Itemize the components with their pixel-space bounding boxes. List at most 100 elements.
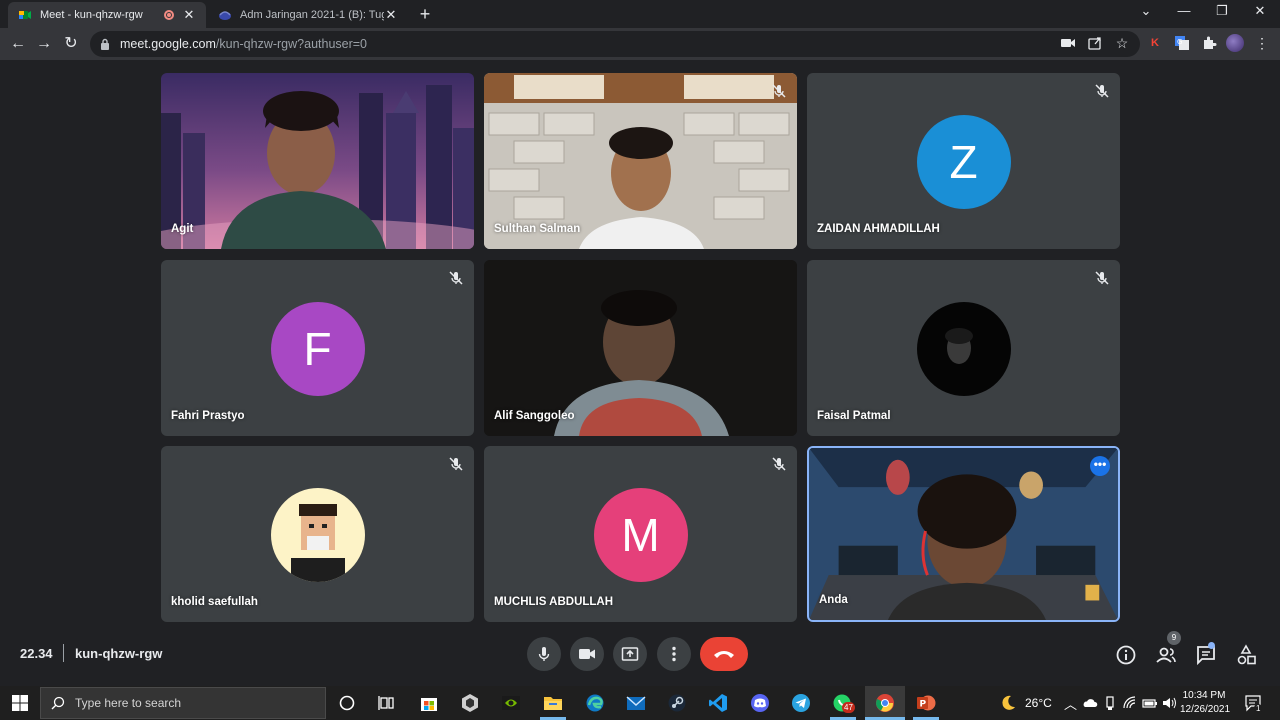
- cortana-icon[interactable]: [337, 693, 357, 713]
- extensions-puzzle-icon[interactable]: [1201, 35, 1217, 51]
- avatar-initial: Z: [949, 136, 978, 188]
- tab-adm-jaringan[interactable]: Adm Jaringan 2021-1 (B): Tugas ✕: [208, 2, 408, 28]
- close-tab-icon[interactable]: ✕: [182, 7, 196, 23]
- participant-tile-muchlis-abdullah[interactable]: M MUCHLIS ABDULLAH: [484, 446, 797, 622]
- volume-icon[interactable]: [1161, 693, 1177, 713]
- meeting-time: 22.34: [20, 646, 53, 661]
- tab-meet[interactable]: Meet - kun-qhzw-rgw ✕: [8, 2, 206, 28]
- nvidia-icon[interactable]: [501, 693, 521, 713]
- windows-taskbar: Type here to search 47 P 26°C ︿ 10:34 PM…: [0, 686, 1280, 720]
- activities-icon[interactable]: [1235, 644, 1257, 666]
- more-options-menu-button[interactable]: [657, 637, 691, 671]
- task-view-icon[interactable]: [377, 693, 397, 713]
- participant-tile-agit[interactable]: Agit: [161, 73, 474, 249]
- avatar-initial: F: [303, 323, 332, 375]
- svg-text:P: P: [920, 700, 927, 710]
- search-icon: [51, 696, 65, 710]
- divider: [63, 644, 64, 662]
- camera-button[interactable]: [570, 637, 604, 671]
- taskbar-search-input[interactable]: Type here to search: [40, 687, 326, 719]
- mic-off-icon: [772, 457, 786, 471]
- weather-moon-icon[interactable]: [998, 693, 1018, 713]
- participant-avatar: Z: [916, 115, 1011, 209]
- telegram-icon[interactable]: [791, 693, 811, 713]
- close-tab-icon[interactable]: ✕: [384, 7, 398, 23]
- end-call-button[interactable]: [700, 637, 748, 671]
- onedrive-icon[interactable]: [1082, 693, 1098, 713]
- new-tab-button[interactable]: +: [416, 4, 434, 25]
- participant-tile-zaidan-ahmadillah[interactable]: Z ZAIDAN AHMADILLAH: [807, 73, 1120, 249]
- url-path: /kun-qhzw-rgw?authuser=0: [215, 37, 368, 51]
- participant-name: Sulthan Salman: [494, 223, 581, 235]
- usb-drive-icon[interactable]: [1102, 693, 1118, 713]
- chrome-icon[interactable]: [875, 693, 895, 713]
- more-options-button[interactable]: •••: [1090, 456, 1110, 476]
- svg-text:G: G: [1177, 38, 1182, 46]
- share-icon[interactable]: [1087, 35, 1103, 51]
- meeting-code: kun-qhzw-rgw: [75, 646, 163, 661]
- tab-title: Adm Jaringan 2021-1 (B): Tugas: [240, 9, 384, 21]
- recording-icon: [164, 10, 174, 20]
- mic-off-icon: [449, 271, 463, 285]
- participant-avatar: M: [593, 488, 688, 582]
- edge-icon[interactable]: [585, 693, 605, 713]
- maximize-button[interactable]: ❐: [1212, 3, 1232, 19]
- participant-tile-sulthan-salman[interactable]: Sulthan Salman: [484, 73, 797, 249]
- tab-search-icon[interactable]: ⌄: [1136, 3, 1156, 19]
- back-button[interactable]: ←: [8, 34, 28, 54]
- camera-permission-icon[interactable]: [1060, 35, 1076, 51]
- vscode-icon[interactable]: [708, 693, 728, 713]
- reload-button[interactable]: ↻: [61, 34, 81, 54]
- participant-photo: [916, 302, 1011, 396]
- participant-tile-alif-sanggoleo[interactable]: Alif Sanggoleo: [484, 260, 797, 436]
- microphone-button[interactable]: [527, 637, 561, 671]
- participant-name: Agit: [171, 223, 194, 235]
- minimize-button[interactable]: —: [1174, 3, 1194, 18]
- meeting-details-icon[interactable]: [1115, 644, 1137, 666]
- clock-time: 10:34 PM: [1182, 690, 1226, 701]
- chrome-menu-icon[interactable]: ⋮: [1254, 35, 1270, 51]
- present-screen-button[interactable]: [613, 637, 647, 671]
- microsoft-store-icon[interactable]: [419, 693, 439, 713]
- google-translate-icon[interactable]: G: [1174, 35, 1190, 51]
- mail-icon[interactable]: [626, 693, 646, 713]
- forward-button[interactable]: →: [34, 34, 54, 54]
- chevron-up-icon[interactable]: ︿: [1064, 694, 1077, 713]
- mic-off-icon: [772, 84, 786, 98]
- discord-icon[interactable]: [750, 693, 770, 713]
- participant-name: Faisal Patmal: [817, 410, 891, 422]
- avatar-initial: M: [621, 509, 660, 561]
- powerpoint-icon[interactable]: P: [916, 693, 936, 713]
- wifi-icon[interactable]: [1122, 693, 1138, 713]
- windows-start-icon[interactable]: [12, 695, 28, 711]
- profile-avatar[interactable]: [1226, 34, 1244, 52]
- present-icon: [621, 647, 639, 661]
- microphone-icon: [538, 647, 550, 661]
- bookmark-star-icon[interactable]: ☆: [1114, 35, 1130, 51]
- unity-hub-icon[interactable]: [460, 693, 480, 713]
- mic-off-icon: [449, 457, 463, 471]
- google-meet-icon: [19, 11, 31, 19]
- file-explorer-icon[interactable]: [543, 693, 563, 713]
- close-window-button[interactable]: ✕: [1250, 3, 1270, 19]
- participant-tile-faisal-patmal[interactable]: Faisal Patmal: [807, 260, 1120, 436]
- participant-tile-kholid-saefullah[interactable]: kholid saefullah: [161, 446, 474, 622]
- participant-name: ZAIDAN AHMADILLAH: [817, 223, 940, 235]
- extension-k-icon[interactable]: K: [1147, 35, 1163, 51]
- participant-tile-fahri-prastyo[interactable]: F Fahri Prastyo: [161, 260, 474, 436]
- participant-tile-self[interactable]: ••• Anda: [807, 446, 1120, 622]
- taskbar-clock[interactable]: 10:34 PM 12/26/2021: [1180, 689, 1230, 717]
- people-icon[interactable]: [1155, 644, 1177, 666]
- battery-icon[interactable]: [1142, 693, 1158, 713]
- participant-video: [161, 85, 474, 249]
- steam-icon[interactable]: [667, 693, 687, 713]
- participant-avatar: F: [270, 302, 365, 396]
- chat-notification-dot: [1208, 642, 1215, 649]
- address-bar[interactable]: meet.google.com/kun-qhzw-rgw?authuser=0: [90, 31, 1140, 57]
- participant-name: kholid saefullah: [171, 596, 258, 608]
- participant-count-badge: 9: [1167, 631, 1181, 645]
- participant-photo: [270, 488, 365, 582]
- browser-toolbar: ← → ↻ meet.google.com/kun-qhzw-rgw?authu…: [0, 28, 1280, 60]
- moodle-icon: [219, 11, 231, 20]
- tab-title: Meet - kun-qhzw-rgw: [40, 9, 143, 21]
